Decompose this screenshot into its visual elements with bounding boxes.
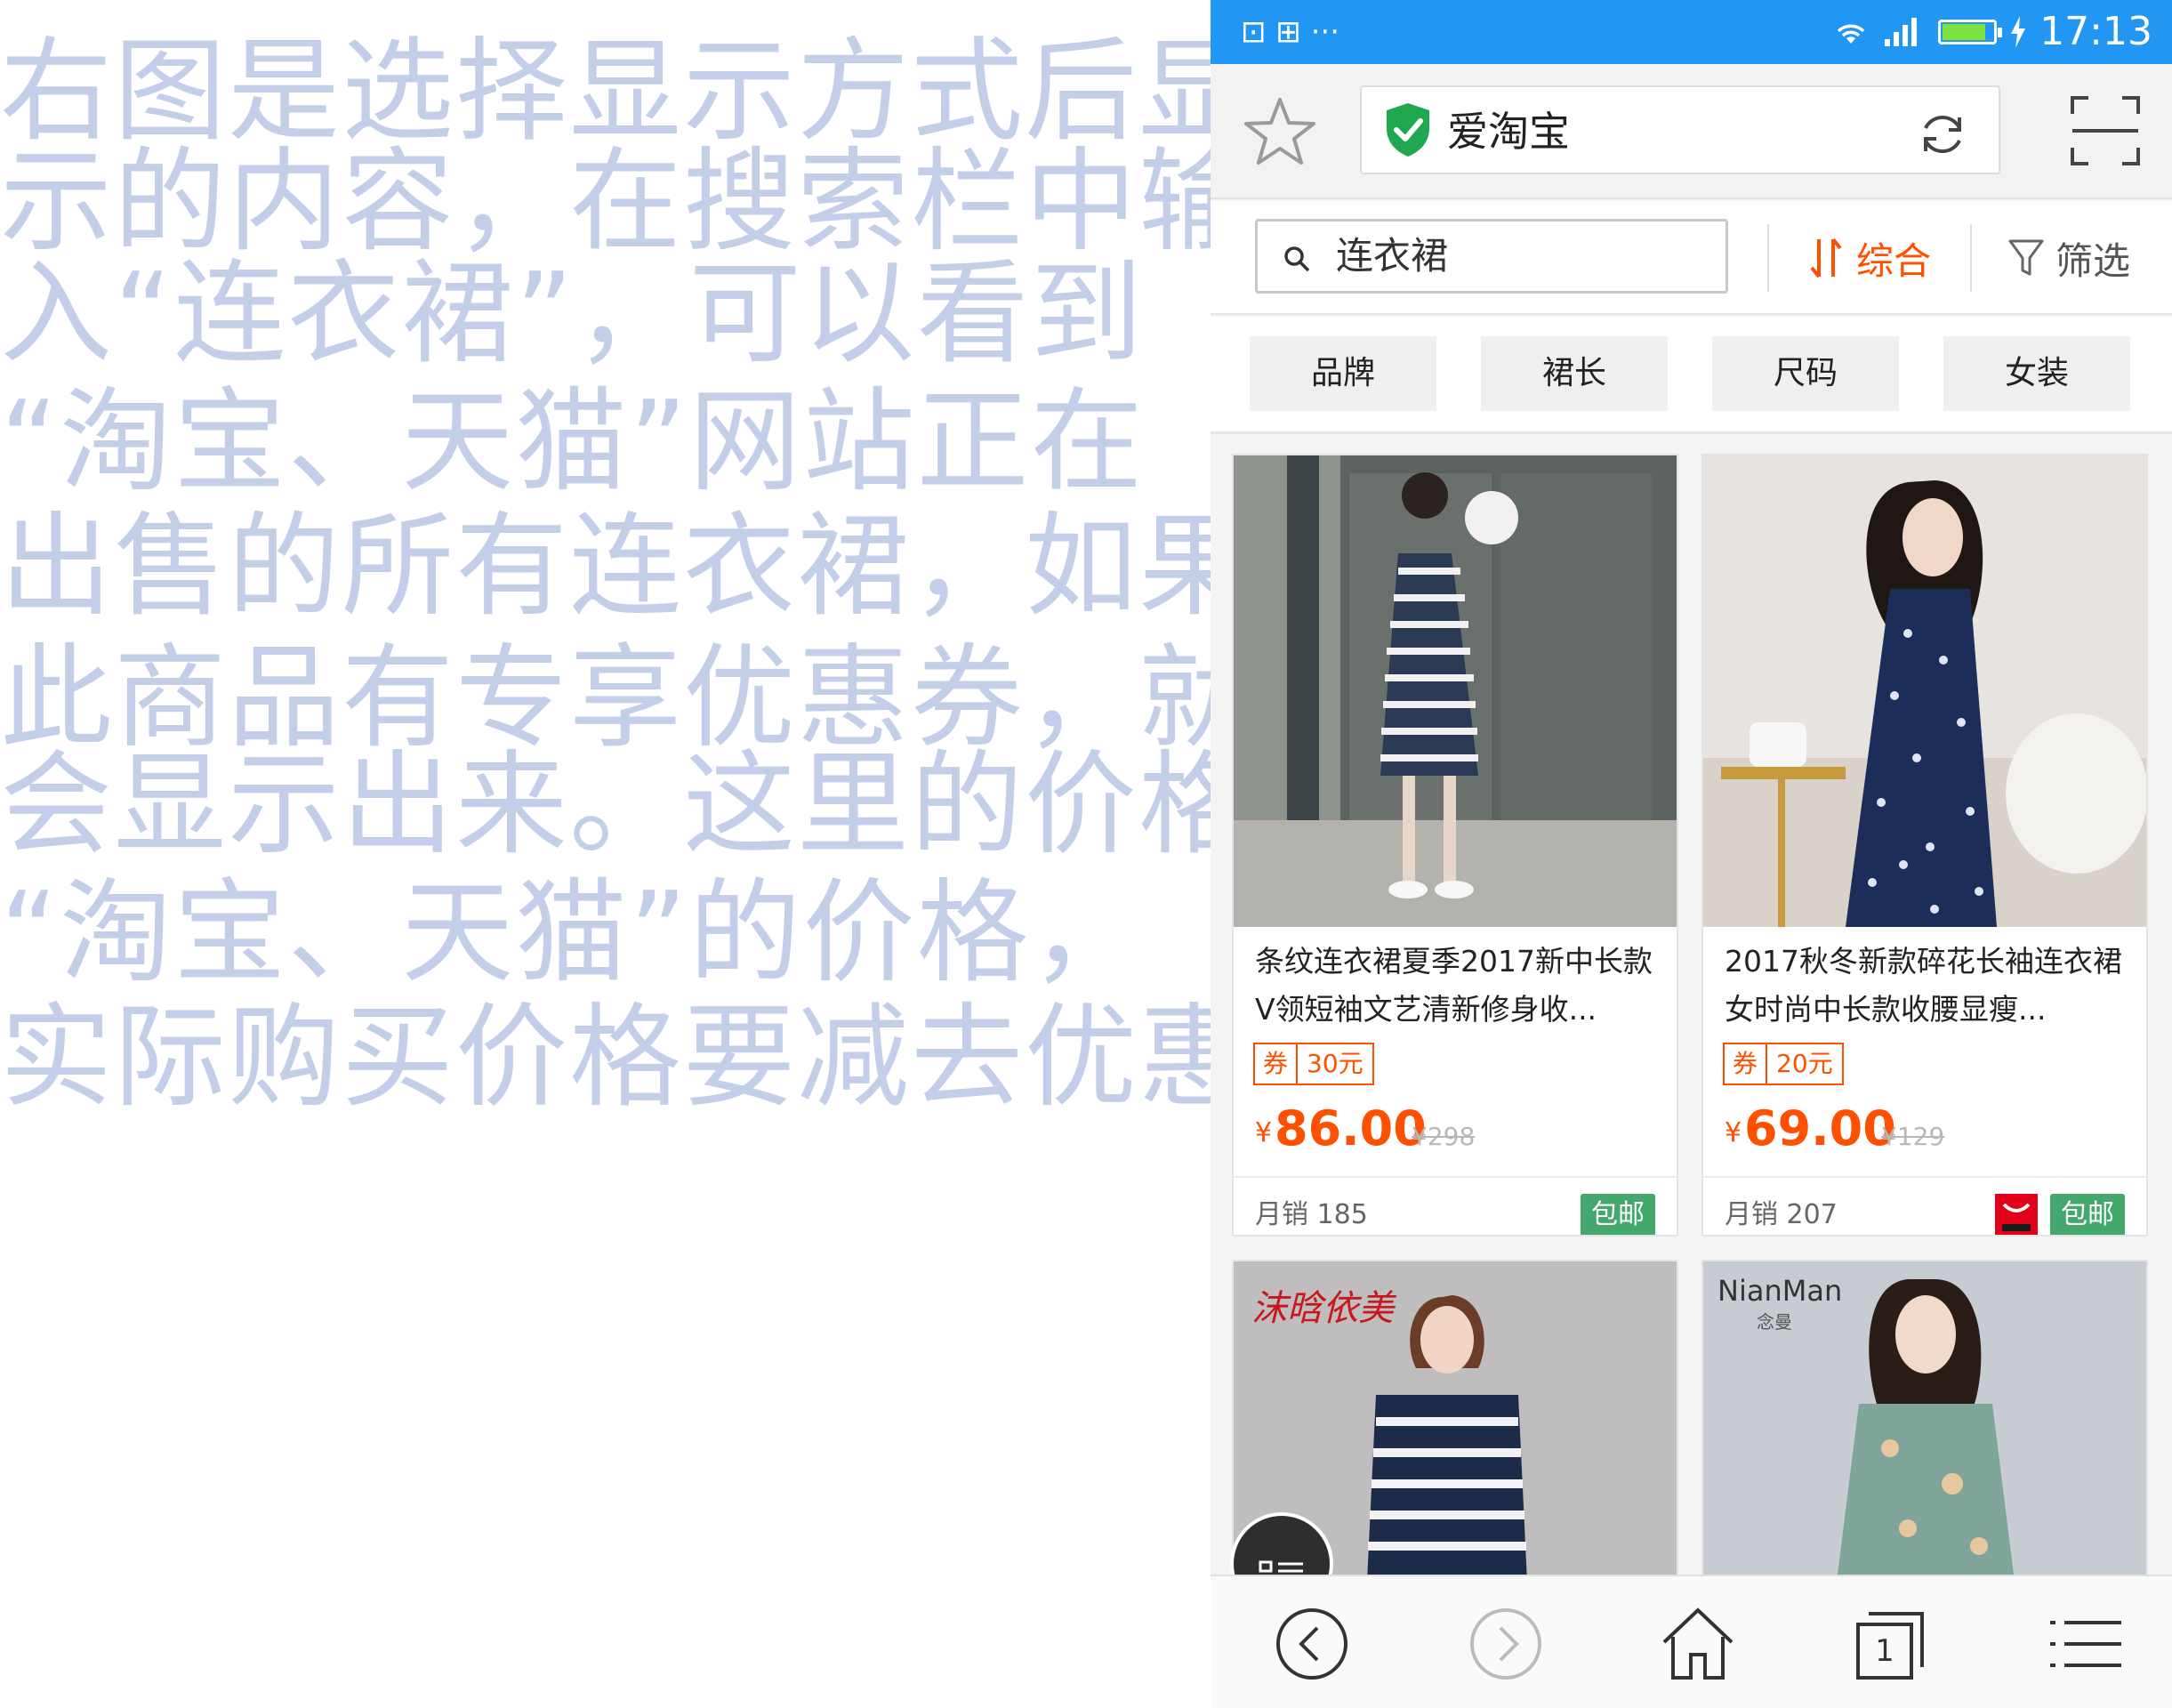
free-shipping-badge: 包邮	[1581, 1194, 1655, 1235]
browser-toolbar: 爱淘宝	[1211, 64, 2172, 199]
currency-symbol: ¥	[1255, 1117, 1273, 1148]
sort-button[interactable]: 综合	[1808, 221, 1931, 295]
product-image: NianMan 念曼	[1703, 1261, 2146, 1578]
coupon-label: 券	[1255, 1044, 1298, 1084]
caption-line: 入“连衣裙”，可以看到	[0, 248, 1145, 379]
caption-line: 实际购买价格要减去优惠券	[0, 992, 1211, 1123]
filter-label: 筛选	[2055, 238, 2131, 283]
chip-length[interactable]: 裙长	[1481, 336, 1668, 411]
signal-icon	[1885, 18, 1918, 46]
search-row: 连衣裙 综合 筛选	[1211, 201, 2172, 315]
coupon-label: 券	[1725, 1044, 1767, 1084]
product-card[interactable]: 2017秋冬新款碎花长袖连衣裙女时尚中长款收腰显瘦... 券 20元 ¥ 69.…	[1701, 454, 2148, 1237]
product-price: 69.00	[1744, 1100, 1896, 1156]
funnel-icon	[2008, 239, 2044, 276]
divider	[1703, 1176, 2146, 1178]
forward-icon[interactable]	[1463, 1601, 1549, 1687]
search-icon	[1284, 246, 1310, 272]
sort-label: 综合	[1856, 238, 1932, 283]
coupon-value: 20元	[1776, 1049, 1833, 1078]
product-price: 86.00	[1275, 1100, 1427, 1156]
monthly-sales: 月销 207	[1725, 1199, 1838, 1230]
caption-line: “淘宝、天猫”网站正在	[0, 376, 1145, 507]
caption-line: 出售的所有连衣裙，如果	[0, 501, 1211, 632]
chip-size[interactable]: 尺码	[1712, 336, 1899, 411]
home-icon[interactable]	[1655, 1601, 1741, 1687]
chip-womens[interactable]: 女装	[1943, 336, 2130, 411]
original-price: ¥298	[1412, 1122, 1476, 1151]
charging-icon	[2011, 16, 2026, 48]
divider	[1767, 224, 1769, 292]
filter-chip-row: 品牌 裙长 尺码 女装	[1211, 317, 2172, 434]
status-right: 17:13	[1831, 7, 2152, 57]
divider	[1970, 224, 1972, 292]
reload-icon[interactable]	[1917, 109, 1968, 160]
notification-icons: ⊡ ⊞ ···	[1241, 14, 1340, 50]
phone-screen: ⊡ ⊞ ··· 17:13 爱淘宝 连衣裙 综合 筛选 品牌 裙长 尺码 女装 …	[1211, 0, 2172, 1708]
tab-count: 1	[1875, 1633, 1894, 1669]
product-image	[1234, 455, 1677, 927]
filter-button[interactable]: 筛选	[2007, 221, 2130, 295]
currency-symbol: ¥	[1725, 1117, 1742, 1148]
tmall-logo-icon	[1995, 1194, 2038, 1235]
sort-arrows-icon	[1810, 238, 1842, 278]
coupon-badge: 券 20元	[1723, 1043, 1844, 1085]
free-shipping-badge: 包邮	[2050, 1194, 2125, 1235]
menu-icon[interactable]	[2043, 1601, 2128, 1687]
wifi-icon	[1837, 24, 1865, 44]
product-title: 条纹连衣裙夏季2017新中长款V领短袖文艺清新修身收...	[1255, 944, 1653, 1027]
brand-text: 沫晗依美	[1251, 1288, 1394, 1329]
status-left-icons: ⊡ ⊞ ···	[1241, 9, 1339, 55]
brand-text: NianMan	[1717, 1274, 1843, 1308]
search-query: 连衣裙	[1336, 234, 1449, 278]
product-card[interactable]: 条纹连衣裙夏季2017新中长款V领短袖文艺清新修身收... 券 30元 ¥ 86…	[1232, 454, 1678, 1237]
coupon-badge: 券 30元	[1253, 1043, 1374, 1085]
coupon-value: 30元	[1307, 1049, 1364, 1078]
divider	[1234, 1176, 1677, 1178]
battery-icon	[1938, 20, 2003, 44]
back-icon[interactable]	[1269, 1601, 1355, 1687]
monthly-sales: 月销 185	[1255, 1199, 1368, 1230]
status-bar: ⊡ ⊞ ··· 17:13	[1211, 0, 2172, 64]
address-bar[interactable]: 爱淘宝	[1360, 85, 2000, 174]
caption-line: “淘宝、天猫”的价格，	[0, 867, 1145, 998]
clock: 17:13	[2039, 9, 2152, 54]
product-grid: 条纹连衣裙夏季2017新中长款V领短袖文艺清新修身收... 券 30元 ¥ 86…	[1211, 436, 2172, 1580]
scan-icon[interactable]	[2069, 94, 2142, 167]
brand-subtext: 念曼	[1757, 1311, 1792, 1333]
bookmark-star-icon[interactable]	[1243, 94, 1317, 169]
secure-shield-icon	[1387, 103, 1429, 157]
product-image	[1703, 455, 2146, 927]
tabs-button[interactable]: 1	[1847, 1601, 1933, 1687]
site-title: 爱淘宝	[1447, 108, 1570, 156]
caption-panel: 右图是选择显示方式后显 示的内容，在搜索栏中输 入“连衣裙”，可以看到 “淘宝、…	[0, 0, 1211, 1708]
caption-line: 会显示出来。这里的价格	[0, 739, 1211, 870]
original-price: ¥129	[1881, 1122, 1945, 1151]
chip-brand[interactable]: 品牌	[1250, 336, 1436, 411]
product-title: 2017秋冬新款碎花长袖连衣裙女时尚中长款收腰显瘦...	[1725, 944, 2122, 1027]
search-input[interactable]: 连衣裙	[1255, 219, 1728, 294]
bottom-navigation: 1	[1211, 1575, 2172, 1708]
product-card[interactable]: NianMan 念曼	[1701, 1260, 2148, 1580]
